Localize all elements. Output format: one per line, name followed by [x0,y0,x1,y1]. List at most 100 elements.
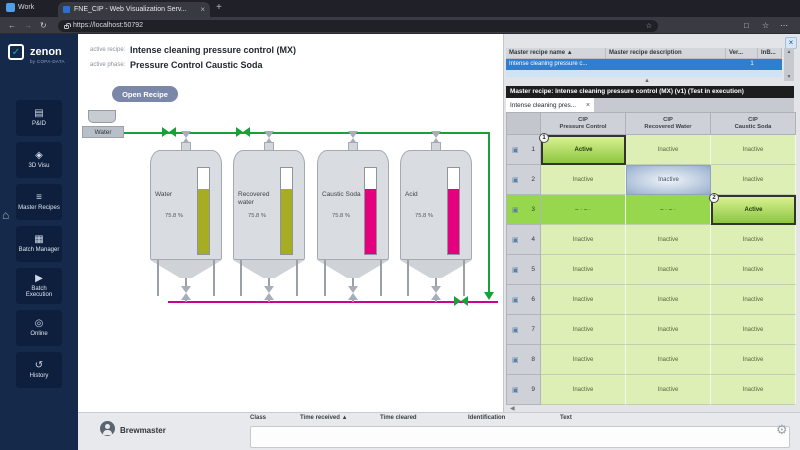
supply-valve-icon[interactable] [162,127,176,137]
matrix-phase-cell[interactable]: Inactive [541,255,626,285]
tank-outlet-valve-icon[interactable] [431,286,441,300]
alarm-col-header[interactable]: Time cleared [380,415,417,421]
url-field[interactable]: https://localhost:50792 ☆ [58,19,658,32]
water-source-label: Water [82,126,124,138]
matrix-phase-cell[interactable]: Inactive [711,345,796,375]
matrix-phase-cell[interactable]: Inactive [541,225,626,255]
matrix-step-cell[interactable]: ▣ 5 [507,255,541,285]
matrix-phase-cell[interactable]: Inactive [711,225,796,255]
recipe-col-header[interactable]: Ver... [726,48,758,58]
recipe-tab-close-icon[interactable]: × [586,102,590,109]
matrix-step-cell[interactable]: ▣ 4 [507,225,541,255]
matrix-phase-cell[interactable]: Inactive [711,285,796,315]
batch-control-panel: × Master recipe name ▲ Master recipe desc… [503,34,800,412]
matrix-step-cell[interactable]: ▣ 9 [507,375,541,405]
phase-state-text: Inactive [742,176,764,183]
tank-outlet-valve-icon[interactable] [348,286,358,300]
matrix-phase-cell[interactable]: – · – · [541,195,626,225]
favorites-icon[interactable]: ☆ [762,21,769,30]
matrix-phase-cell[interactable]: Inactive [711,255,796,285]
sidebar-item-3d-visu[interactable]: ◈ 3D Visu [16,142,62,178]
phase-state-text: – · – · [575,206,591,213]
forward-icon[interactable]: → [24,21,32,30]
new-tab-button[interactable]: + [216,2,222,13]
recipe-col-header[interactable]: Master recipe name ▲ [506,48,606,58]
matrix-phase-cell[interactable]: Inactive [711,315,796,345]
matrix-phase-cell[interactable]: Inactive [711,375,796,405]
settings-gear-icon[interactable]: ⚙ [776,422,788,438]
recipe-table-scrollbar[interactable]: ▲ ▼ [784,48,794,81]
matrix-phase-cell[interactable]: Inactive [711,165,796,195]
recipe-tab[interactable]: Intense cleaning pres... × [506,98,594,112]
step-number: 5 [531,266,535,273]
sidebar-item-label: Batch Execution [25,285,53,299]
recipe-col-header[interactable]: Master recipe description [606,48,726,58]
matrix-scroll-left-icon[interactable]: ◀ [510,405,515,412]
sidebar-item-label: History [29,372,49,379]
recipe-table-row-selected[interactable]: Intense cleaning pressure c... 1 [506,59,782,70]
back-icon[interactable]: ← [8,21,16,30]
logo-check-glyph: ✓ [11,46,21,58]
matrix-phase-cell[interactable]: Inactive [541,165,626,195]
favorite-star-icon[interactable]: ☆ [646,22,652,30]
sidebar-item-pid[interactable]: ▤ P&ID [16,100,62,136]
sidebar-item-label: Batch Manager [18,246,60,253]
sidebar-item-master-recipes[interactable]: ≡ Master Recipes [16,184,62,220]
matrix-phase-cell[interactable]: Inactive [541,315,626,345]
open-recipe-button[interactable]: Open Recipe [112,86,178,102]
matrix-step-cell[interactable]: ▣ 7 [507,315,541,345]
unit-header-line2: Pressure Control [559,123,607,130]
matrix-phase-cell[interactable]: Inactive [626,285,711,315]
level-gauge [364,167,377,255]
tab-close-icon[interactable]: × [200,5,205,14]
matrix-phase-cell[interactable]: Inactive [626,345,711,375]
matrix-phase-cell[interactable]: Inactive [626,225,711,255]
supply-valve-icon[interactable] [236,127,250,137]
sidebar-item-online[interactable]: ◎ Online [16,310,62,346]
recipe-col-header[interactable]: InB... [758,48,782,58]
sidebar-item-batch-manager[interactable]: ▦ Batch Manager [16,226,62,262]
matrix-phase-cell[interactable]: Inactive [711,135,796,165]
alarm-list[interactable] [250,426,790,448]
browser-menu-icon[interactable]: ⋯ [780,21,788,30]
tank-outlet-valve-icon[interactable] [181,286,191,300]
matrix-phase-cell[interactable]: Inactive [626,135,711,165]
tank-outlet-valve-icon[interactable] [264,286,274,300]
plant-model-icon[interactable]: ⌂ [2,208,9,222]
matrix-phase-cell[interactable]: Inactive [541,375,626,405]
browser-tab[interactable]: FNE_CIP - Web Visualization Serv... × [58,2,210,17]
phase-state-text: – · – · [660,206,676,213]
collapse-table-icon[interactable]: ▲ [644,78,650,84]
alarm-col-header[interactable]: Time received ▲ [300,415,348,421]
matrix-row: ▣ 1 1 Active Inactive Inactive [507,133,796,165]
tank-cone [317,260,389,278]
browser-profile[interactable]: Work [6,3,34,12]
matrix-phase-cell[interactable]: 1 Active [539,133,626,165]
matrix-phase-cell[interactable]: 2 Active [709,193,796,225]
matrix-step-cell[interactable]: ▣ 6 [507,285,541,315]
matrix-step-cell[interactable]: ▣ 3 [507,195,541,225]
phase-state-text: Inactive [572,386,594,393]
matrix-phase-cell[interactable]: Inactive [626,375,711,405]
matrix-phase-cell[interactable]: Inactive [541,285,626,315]
sidebar-item-batch-execution[interactable]: ▶ Batch Execution [16,268,62,304]
matrix-phase-cell[interactable]: – · – · [626,195,711,225]
phase-state-text: Inactive [657,266,679,273]
scroll-up-icon[interactable]: ▲ [784,49,794,55]
alarm-col-header[interactable]: Text [560,415,572,421]
phase-state-text: Inactive [742,236,764,243]
matrix-phase-cell[interactable]: Inactive [541,345,626,375]
recipe-table-row-empty[interactable] [506,70,782,77]
sidebar-item-history[interactable]: ↺ History [16,352,62,388]
matrix-phase-cell[interactable]: Inactive [626,165,711,195]
scroll-down-icon[interactable]: ▼ [784,74,794,80]
matrix-step-cell[interactable]: ▣ 2 [507,165,541,195]
alarm-col-header[interactable]: Identification [468,415,505,421]
split-window-icon[interactable]: □ [744,21,749,30]
matrix-step-cell[interactable]: ▣ 1 [507,135,541,165]
alarm-col-header[interactable]: Class [250,415,266,421]
matrix-step-cell[interactable]: ▣ 8 [507,345,541,375]
refresh-icon[interactable]: ↻ [40,21,47,30]
matrix-phase-cell[interactable]: Inactive [626,315,711,345]
matrix-phase-cell[interactable]: Inactive [626,255,711,285]
